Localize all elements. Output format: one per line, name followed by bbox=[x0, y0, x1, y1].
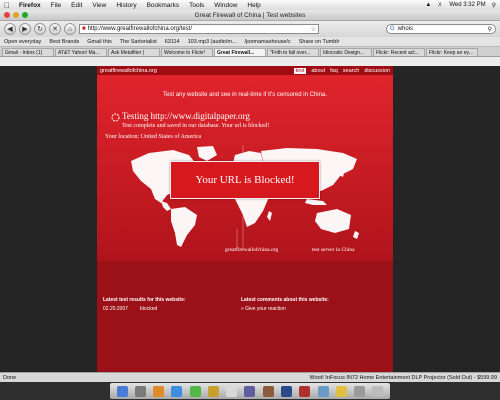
wifi-icon[interactable]: ▲ bbox=[425, 2, 431, 8]
mail-icon[interactable] bbox=[171, 385, 183, 397]
dock bbox=[0, 382, 500, 400]
bookmark-star-icon[interactable]: ☆ bbox=[311, 26, 316, 33]
tab-great-firewall[interactable]: Great Firewall... bbox=[214, 48, 266, 56]
search-input[interactable]: whois bbox=[398, 26, 413, 32]
tab-frith[interactable]: "Frith to fall over... bbox=[267, 48, 319, 56]
dashboard-icon[interactable] bbox=[134, 385, 146, 397]
tab-flickr-keep[interactable]: Flickr: Keep an ey... bbox=[426, 48, 478, 56]
result-date: 02.20.2007 bbox=[103, 306, 129, 312]
latest-results: Latest test results for this website: 02… bbox=[103, 297, 186, 312]
tab-ask-metafilter[interactable]: Ask Metafilter | bbox=[108, 48, 160, 56]
bookmark-item[interactable]: Best Brands bbox=[49, 39, 79, 45]
results-section: Latest test results for this website: 02… bbox=[97, 261, 393, 382]
menu-file[interactable]: File bbox=[46, 2, 66, 9]
latest-results-title: Latest test results for this website: bbox=[103, 297, 186, 303]
spotlight-icon[interactable]: ⚲ bbox=[492, 2, 496, 9]
finder-icon[interactable] bbox=[116, 385, 128, 397]
system-preferences-icon[interactable] bbox=[317, 385, 329, 397]
menu-window[interactable]: Window bbox=[209, 2, 242, 9]
status-ticker[interactable]: Woot! InFocus IN72 Home Entertainment DL… bbox=[310, 375, 498, 381]
reload-button[interactable]: ↻ bbox=[34, 23, 46, 35]
tab-flickr-welcome[interactable]: Welcome to Flickr! bbox=[161, 48, 213, 56]
documents-stack-icon[interactable] bbox=[354, 385, 366, 397]
browser-window: Great Firewall of China | Test websites … bbox=[0, 10, 500, 382]
dock-shelf bbox=[110, 383, 390, 399]
blocked-banner: Your URL is Blocked! bbox=[170, 161, 320, 199]
back-button[interactable]: ◀ bbox=[4, 23, 16, 35]
search-engine-icon[interactable]: G bbox=[390, 26, 395, 32]
iphoto-icon[interactable] bbox=[262, 385, 274, 397]
bookmark-item[interactable]: Open everyday bbox=[4, 39, 41, 45]
firefox-icon[interactable] bbox=[153, 385, 165, 397]
testing-url-heading: Testing http://www.digitalpaper.org bbox=[122, 111, 250, 121]
comments-title: Latest comments about this website: bbox=[241, 297, 329, 303]
forward-button[interactable]: ▶ bbox=[19, 23, 31, 35]
give-reaction-link[interactable]: » Give your reaction bbox=[241, 306, 286, 312]
result-row: 02.20.2007 blocked bbox=[103, 306, 186, 312]
app-icon[interactable] bbox=[299, 385, 311, 397]
tagline: Test any website and see in real-time if… bbox=[163, 92, 327, 98]
menu-history[interactable]: History bbox=[111, 2, 141, 9]
search-icon[interactable]: ⚲ bbox=[488, 26, 492, 33]
bookmark-item[interactable]: 103.mp3 (audio/m... bbox=[188, 39, 237, 45]
bookmark-item[interactable]: 63114 bbox=[165, 39, 180, 45]
tab-att-yahoo[interactable]: AT&T Yahoo! Ma... bbox=[55, 48, 107, 56]
bookmark-item[interactable]: /joemamashouse/c bbox=[245, 39, 291, 45]
url-bar[interactable]: ■ http://www.greatfirewallofchina.org/te… bbox=[79, 24, 319, 34]
clock[interactable]: Wed 3:32 PM bbox=[449, 2, 485, 8]
tab-strip: Gmail - Inbox (1) AT&T Yahoo! Ma... Ask … bbox=[0, 47, 500, 57]
status-text: Done bbox=[3, 374, 17, 381]
bookmark-item[interactable]: Share on Tumblr bbox=[299, 39, 340, 45]
site-header: greatfirewallofchina.org test about faq … bbox=[97, 66, 393, 75]
nav-search[interactable]: search bbox=[343, 68, 360, 74]
tab-idiocratic-design[interactable]: Idiocratic Design... bbox=[320, 48, 372, 56]
home-button[interactable]: ⌂ bbox=[64, 23, 76, 35]
latest-comments: Latest comments about this website: » Gi… bbox=[241, 297, 329, 312]
menu-view[interactable]: View bbox=[87, 2, 111, 9]
nav-faq[interactable]: faq bbox=[330, 68, 338, 74]
server-label-china: test server in China bbox=[312, 247, 355, 253]
menu-tools[interactable]: Tools bbox=[184, 2, 209, 9]
title-bar: Great Firewall of China | Test websites bbox=[0, 10, 500, 21]
site-favicon-icon: ■ bbox=[82, 26, 86, 32]
photoshop-icon[interactable] bbox=[281, 385, 293, 397]
page-content: greatfirewallofchina.org test about faq … bbox=[0, 66, 500, 382]
site-container: greatfirewallofchina.org test about faq … bbox=[97, 66, 393, 382]
ichat-icon[interactable] bbox=[189, 385, 201, 397]
address-book-icon[interactable] bbox=[207, 385, 219, 397]
site-logo[interactable]: greatfirewallofchina.org bbox=[100, 68, 157, 74]
bookmark-item[interactable]: Gmail this bbox=[87, 39, 111, 45]
menu-bookmarks[interactable]: Bookmarks bbox=[142, 2, 185, 9]
window-title: Great Firewall of China | Test websites bbox=[194, 11, 306, 19]
stop-button[interactable]: ✕ bbox=[49, 23, 61, 35]
status-bar: Done Woot! InFocus IN72 Home Entertainme… bbox=[0, 372, 500, 382]
apple-icon[interactable]:  bbox=[0, 1, 14, 10]
user-location: Your location: United States of America bbox=[105, 134, 202, 140]
volume-icon[interactable]: ♬ bbox=[437, 2, 443, 8]
loading-icon bbox=[111, 113, 120, 122]
test-hero: Test any website and see in real-time if… bbox=[97, 75, 393, 261]
site-nav: test about faq search discussion bbox=[293, 67, 390, 74]
itunes-icon[interactable] bbox=[244, 385, 256, 397]
menubar-status-area: ▲ ♬ Wed 3:32 PM ⚲ bbox=[425, 2, 500, 9]
nav-about[interactable]: about bbox=[311, 68, 325, 74]
result-status: blocked bbox=[140, 306, 158, 312]
nav-discussion[interactable]: discussion bbox=[364, 68, 390, 74]
test-result-text: Test complete and saved in our database.… bbox=[122, 123, 270, 129]
nav-test[interactable]: test bbox=[293, 67, 307, 74]
search-box[interactable]: G whois ⚲ bbox=[386, 24, 496, 34]
calendar-icon[interactable] bbox=[226, 385, 238, 397]
bookmark-item[interactable]: The Sartorialist bbox=[120, 39, 157, 45]
tab-flickr-recent[interactable]: Flickr: Recent act... bbox=[373, 48, 425, 56]
menu-firefox[interactable]: Firefox bbox=[14, 2, 46, 9]
menu-edit[interactable]: Edit bbox=[66, 2, 87, 9]
tab-gmail[interactable]: Gmail - Inbox (1) bbox=[2, 48, 54, 56]
server-label-local: greatfirewallofchina.org bbox=[225, 247, 279, 253]
url-text[interactable]: http://www.greatfirewallofchina.org/test… bbox=[88, 26, 192, 32]
bookmarks-bar: Open everyday Best Brands Gmail this The… bbox=[0, 37, 500, 47]
navigation-toolbar: ◀ ▶ ↻ ✕ ⌂ ■ http://www.greatfirewallofch… bbox=[0, 21, 500, 37]
stickies-icon[interactable] bbox=[335, 385, 347, 397]
trash-icon[interactable] bbox=[372, 385, 384, 397]
menu-help[interactable]: Help bbox=[242, 2, 265, 9]
